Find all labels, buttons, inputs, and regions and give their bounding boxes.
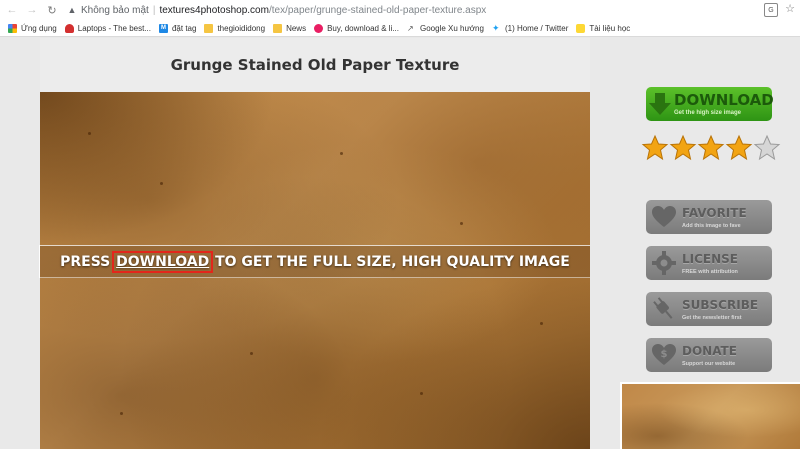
back-icon[interactable]: ← [4,2,20,18]
stain-speck [160,182,163,185]
bookmark-twitter[interactable]: ✦ (1) Home / Twitter [491,22,569,33]
bookmark-tai-lieu-hoc[interactable]: Tài liệu học [576,23,631,33]
bookmark-star-icon[interactable]: ☆ [785,2,795,15]
stain-speck [540,322,543,325]
donate-heart-icon: $ [646,338,682,372]
stain-speck [88,132,91,135]
url-separator: | [152,4,156,16]
download-arrow-icon [646,87,674,121]
download-link[interactable]: DOWNLOAD [112,251,214,273]
dat-tag-icon: M [158,23,168,33]
buy-icon [314,23,324,33]
download-button-label: DOWNLOAD [674,91,774,109]
donate-button[interactable]: $ DONATE Support our website [646,338,772,372]
bookmark-label: Tài liệu học [589,23,631,33]
trend-icon: ↗ [406,23,414,33]
svg-text:$: $ [661,349,668,360]
security-label: Không bảo mật [81,4,149,16]
favorite-button[interactable]: FAVORITE Add this image to fave [646,200,772,234]
browser-address-bar: ← → ↻ ▲ Không bảo mật | textures4photosh… [0,0,800,20]
prompt-text-before: PRESS [60,254,116,270]
star-filled-icon[interactable] [669,134,697,162]
heart-icon [646,200,682,234]
rating-stars[interactable] [641,134,781,162]
stain-speck [340,152,343,155]
subscribe-button[interactable]: SUBSCRIBE Get the newsletter first [646,292,772,326]
star-empty-icon[interactable] [753,134,781,162]
license-sub: FREE with attribution [682,269,738,275]
url-host: textures4photoshop.com [159,4,269,16]
folder-icon [273,23,283,33]
apps-icon [8,23,17,33]
stain-speck [460,222,463,225]
star-filled-icon[interactable] [725,134,753,162]
download-prompt: PRESS DOWNLOAD TO GET THE FULL SIZE, HIG… [40,251,590,273]
star-filled-icon[interactable] [641,134,669,162]
download-button-sub: Get the high size image [674,110,742,116]
url-path: /tex/paper/grunge-stained-old-paper-text… [268,4,487,16]
favorite-label: FAVORITE [682,206,747,220]
bookmarks-bar: Ứng dụng Laptops - The best... Mđặt tag … [0,20,800,37]
bookmark-thegioididong[interactable]: thegioididong [204,23,266,33]
subscribe-sub: Get the newsletter first [682,315,742,321]
translate-icon[interactable]: G [764,3,778,17]
texture-thumbnail[interactable] [620,382,800,449]
bookmark-label: (1) Home / Twitter [504,23,569,33]
star-filled-icon[interactable] [697,134,725,162]
page-title: Grunge Stained Old Paper Texture [170,56,460,74]
prompt-text-after: TO GET THE FULL SIZE, HIGH QUALITY IMAGE [210,254,570,270]
gear-icon [646,246,682,280]
forward-icon[interactable]: → [24,2,40,18]
bookmark-folder-icon [576,23,586,33]
download-button[interactable]: DOWNLOAD Get the high size image [646,87,774,121]
bookmark-apps[interactable]: Ứng dụng [8,23,57,33]
bookmark-label: thegioididong [217,23,266,33]
bookmark-label: Ứng dụng [21,23,57,33]
bookmark-laptops[interactable]: Laptops - The best... [64,23,151,33]
license-label: LICENSE [682,252,738,266]
reload-icon[interactable]: ↻ [44,2,60,18]
twitter-icon: ✦ [491,22,500,33]
bookmark-label: đặt tag [171,23,197,33]
stain-speck [120,412,123,415]
stain-speck [250,352,253,355]
web-page: Grunge Stained Old Paper Texture PRESS D… [0,38,800,449]
bookmark-label: Google Xu hướng [419,23,484,33]
bookmark-google-trends[interactable]: ↗ Google Xu hướng [407,24,484,33]
bookmark-label: Laptops - The best... [77,23,151,33]
stain-speck [420,392,423,395]
folder-icon [204,23,214,33]
bookmark-label: Buy, download & li... [327,23,399,33]
donate-label: DONATE [682,344,737,358]
bookmark-dat-tag[interactable]: Mđặt tag [158,23,197,33]
url-field[interactable]: ▲ Không bảo mật | textures4photoshop.com… [62,2,786,18]
license-button[interactable]: LICENSE FREE with attribution [646,246,772,280]
plug-icon [646,292,682,326]
bookmark-news[interactable]: News [273,23,307,33]
subscribe-label: SUBSCRIBE [682,298,759,312]
bookmark-buy[interactable]: Buy, download & li... [314,23,399,33]
favorite-sub: Add this image to fave [682,223,741,229]
bookmark-label: News [286,23,307,33]
warning-icon: ▲ [67,5,77,15]
donate-sub: Support our website [682,361,736,367]
laptops-icon [64,23,74,33]
